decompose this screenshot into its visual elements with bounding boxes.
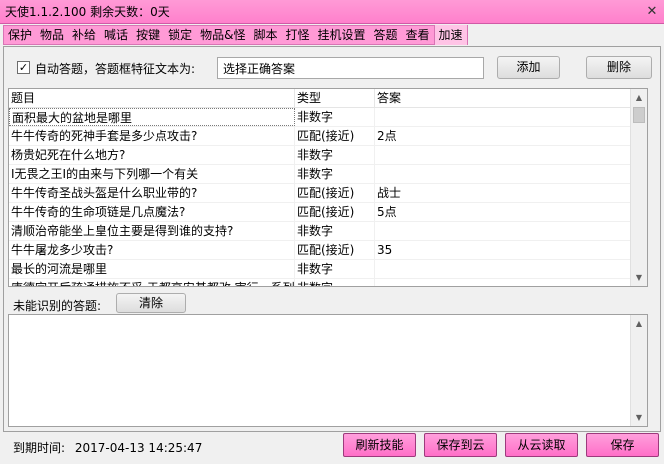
- cell-answer: [375, 260, 631, 278]
- scroll-down-icon[interactable]: ▼: [631, 269, 647, 286]
- cell-question: 杨贵妃死在什么地方?: [9, 146, 295, 164]
- tab-quiz[interactable]: 答题: [370, 26, 402, 44]
- cell-answer: [375, 222, 631, 240]
- table-scrollbar[interactable]: ▲ ▼: [630, 89, 647, 286]
- window-title: 天使1.1.2.100 剩余天数：0天: [5, 5, 170, 19]
- close-icon: ✕: [646, 4, 658, 19]
- cell-question: 面积最大的盆地是哪里: [9, 108, 295, 126]
- cell-question: 牛牛传奇圣战头盔是什么职业带的?: [9, 184, 295, 202]
- column-header-type[interactable]: 类型: [295, 89, 375, 108]
- table-row[interactable]: 牛牛传奇圣战头盔是什么职业带的? 匹配(接近) 战士: [9, 184, 631, 203]
- cell-answer: 战士: [377, 186, 402, 200]
- cell-question: 牛牛传奇的死神手套是多少点攻击?: [9, 127, 295, 145]
- title-bar: 天使1.1.2.100 剩余天数：0天 ✕: [0, 0, 664, 24]
- cell-answer: [375, 165, 631, 183]
- cell-answer: [375, 146, 631, 164]
- tab-supply[interactable]: 补给: [68, 26, 100, 44]
- clear-button[interactable]: 清除: [116, 293, 186, 313]
- table-row[interactable]: 最长的河流是哪里 非数字: [9, 260, 631, 279]
- tab-speed[interactable]: 加速: [433, 25, 467, 45]
- tab-lock[interactable]: 锁定: [164, 26, 196, 44]
- save-button[interactable]: 保存: [586, 433, 659, 457]
- table-row[interactable]: 面积最大的盆地是哪里 非数字: [9, 108, 631, 127]
- table-row[interactable]: 清顺治帝能坐上皇位主要是得到谁的支持? 非数字: [9, 222, 631, 241]
- questions-table[interactable]: 题目 类型 答案 面积最大的盆地是哪里 非数字 牛牛传奇的死神手套是多少点攻击?…: [8, 88, 648, 287]
- cell-answer: 35: [377, 243, 393, 257]
- cell-answer: [375, 279, 631, 286]
- auto-answer-label: 自动答题，答题框特征文本为:: [35, 62, 196, 76]
- close-button[interactable]: ✕: [644, 4, 660, 19]
- unrecognized-textarea[interactable]: ▲ ▼: [8, 314, 648, 427]
- table-row[interactable]: 杨贵妃死在什么地方? 非数字: [9, 146, 631, 165]
- cell-question: 唐德宗开后疏通措施不妥,于都高安基都改,宰行一系列...: [9, 279, 295, 286]
- cell-type: 非数字: [295, 165, 375, 183]
- scroll-thumb[interactable]: [633, 107, 645, 123]
- cell-type: 非数字: [295, 108, 375, 126]
- cell-question: I无畏之王I的由来与下列哪一个有关: [9, 165, 295, 183]
- cell-type: 匹配(接近): [295, 127, 375, 145]
- feature-text-input[interactable]: [217, 57, 484, 79]
- tab-afk-settings[interactable]: 挂机设置: [313, 26, 369, 44]
- auto-answer-checkbox[interactable]: ✓: [17, 61, 30, 74]
- scroll-up-icon[interactable]: ▲: [631, 89, 647, 106]
- scroll-up-icon[interactable]: ▲: [631, 315, 647, 332]
- cell-type: 匹配(接近): [295, 184, 375, 202]
- expire-info: 到期时间: 2017-04-13 14:25:47: [13, 439, 202, 456]
- cell-type: 非数字: [295, 260, 375, 278]
- tab-shout[interactable]: 喊话: [100, 26, 132, 44]
- refresh-skills-button[interactable]: 刷新技能: [343, 433, 416, 457]
- tab-fight[interactable]: 打怪: [281, 26, 313, 44]
- cell-answer: 5点: [377, 205, 397, 219]
- add-button[interactable]: 添加: [497, 56, 560, 79]
- table-row[interactable]: I无畏之王I的由来与下列哪一个有关 非数字: [9, 165, 631, 184]
- tab-strip: 保护 物品 补给 喊话 按键 锁定 物品&怪 脚本 打怪 挂机设置 答题 查看 …: [0, 24, 664, 46]
- column-header-question[interactable]: 题目: [9, 89, 295, 108]
- tab-view[interactable]: 查看: [402, 26, 434, 44]
- column-header-answer[interactable]: 答案: [375, 89, 631, 108]
- cell-answer: [375, 108, 631, 126]
- tab-script[interactable]: 脚本: [249, 26, 281, 44]
- load-from-cloud-button[interactable]: 从云读取: [505, 433, 578, 457]
- table-row[interactable]: 唐德宗开后疏通措施不妥,于都高安基都改,宰行一系列... 非数字: [9, 279, 631, 286]
- cell-question: 牛牛屠龙多少攻击?: [9, 241, 295, 259]
- cell-type: 非数字: [295, 146, 375, 164]
- unrecognized-label: 未能识别的答题:: [13, 299, 102, 313]
- cell-question: 最长的河流是哪里: [9, 260, 295, 278]
- cell-question: 牛牛传奇的生命项链是几点魔法?: [9, 203, 295, 221]
- cell-type: 非数字: [295, 279, 375, 286]
- textarea-scrollbar[interactable]: ▲ ▼: [630, 315, 647, 426]
- save-to-cloud-button[interactable]: 保存到云: [424, 433, 497, 457]
- table-row[interactable]: 牛牛传奇的死神手套是多少点攻击? 匹配(接近) 2点: [9, 127, 631, 146]
- delete-button[interactable]: 删除: [586, 56, 652, 79]
- table-body: 面积最大的盆地是哪里 非数字 牛牛传奇的死神手套是多少点攻击? 匹配(接近) 2…: [9, 108, 631, 286]
- tab-keys[interactable]: 按键: [132, 26, 164, 44]
- cell-type: 匹配(接近): [295, 203, 375, 221]
- expire-label: 到期时间:: [13, 441, 66, 455]
- cell-answer: 2点: [377, 129, 397, 143]
- table-row[interactable]: 牛牛传奇的生命项链是几点魔法? 匹配(接近) 5点: [9, 203, 631, 222]
- expire-value: 2017-04-13 14:25:47: [74, 441, 203, 455]
- cell-type: 匹配(接近): [295, 241, 375, 259]
- cell-question: 清顺治帝能坐上皇位主要是得到谁的支持?: [9, 222, 295, 240]
- tab-list: 保护 物品 补给 喊话 按键 锁定 物品&怪 脚本 打怪 挂机设置 答题 查看 …: [3, 25, 468, 45]
- tab-protect[interactable]: 保护: [4, 26, 36, 44]
- scroll-down-icon[interactable]: ▼: [631, 409, 647, 426]
- table-row[interactable]: 牛牛屠龙多少攻击? 匹配(接近) 35: [9, 241, 631, 260]
- tab-items-monsters[interactable]: 物品&怪: [196, 26, 249, 44]
- tab-items[interactable]: 物品: [36, 26, 68, 44]
- cell-type: 非数字: [295, 222, 375, 240]
- table-header: 题目 类型 答案: [9, 89, 631, 108]
